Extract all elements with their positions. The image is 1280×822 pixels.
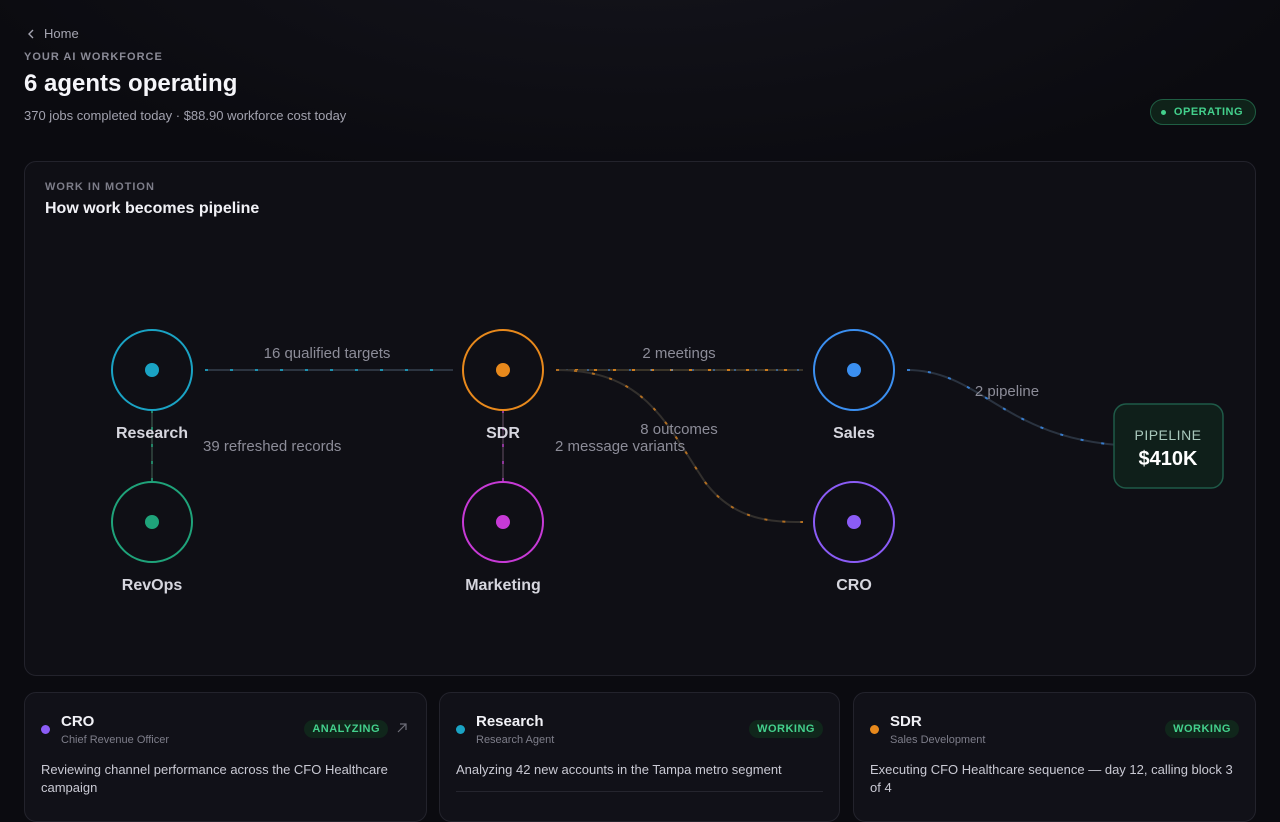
pipeline-value: $410K: [1139, 448, 1198, 470]
agent-name: SDR: [890, 713, 922, 730]
node-marketing[interactable]: Marketing: [462, 481, 544, 594]
edge-label-research-sdr: 16 qualified targets: [264, 345, 391, 362]
agent-cards: CRO Chief Revenue Officer ANALYZING Revi…: [24, 692, 1256, 822]
agent-status-badge: WORKING: [1165, 720, 1239, 738]
node-sales[interactable]: Sales: [813, 329, 895, 442]
agent-role: Chief Revenue Officer: [61, 734, 170, 746]
flow-diagram: 16 qualified targets 39 refreshed record…: [111, 329, 1224, 594]
agent-status-badge: ANALYZING: [304, 720, 388, 738]
node-cro[interactable]: CRO: [813, 481, 895, 594]
page-kicker: YOUR AI WORKFORCE: [24, 51, 163, 63]
pipeline-box[interactable]: PIPELINE $410K: [1113, 403, 1224, 489]
edge-label-research-revops: 39 refreshed records: [203, 438, 341, 455]
agent-role: Sales Development: [890, 734, 986, 746]
node-revops[interactable]: RevOps: [111, 481, 193, 594]
agent-status-badge: WORKING: [749, 720, 823, 738]
edge-label-sdr-cro: 8 outcomes: [640, 421, 718, 438]
status-badge-label: OPERATING: [1173, 106, 1243, 118]
page-title: 6 agents operating: [24, 70, 238, 97]
agent-dot-icon: [870, 725, 879, 734]
agent-name: CRO: [61, 713, 95, 730]
work-flow-panel: WORK IN MOTION How work becomes pipeline: [24, 161, 1256, 676]
external-arrow-icon[interactable]: [396, 722, 408, 734]
chevron-left-icon: [28, 29, 34, 38]
edge-label-sdr-sales: 2 meetings: [642, 345, 715, 362]
agent-name: Research: [476, 713, 544, 730]
node-label-research: Research: [116, 425, 188, 442]
pipeline-label: PIPELINE: [1134, 427, 1201, 443]
edge-label-sdr-marketing: 2 message variants: [555, 438, 685, 455]
back-link-label: Home: [44, 26, 79, 41]
card-divider: [456, 791, 823, 792]
node-label-sdr: SDR: [486, 425, 520, 442]
status-dot-icon: [1160, 109, 1166, 115]
agent-dot-icon: [456, 725, 465, 734]
agent-description: Reviewing channel performance across the…: [41, 762, 388, 795]
edge-sales-pipeline: [906, 369, 1146, 447]
agent-dot-icon: [41, 725, 50, 734]
status-badge: OPERATING: [1149, 99, 1256, 125]
agent-description: Executing CFO Healthcare sequence — day …: [870, 762, 1233, 795]
node-sdr[interactable]: SDR: [462, 329, 544, 442]
node-label-cro: CRO: [836, 577, 872, 594]
agent-role: Research Agent: [476, 734, 555, 746]
page-subtitle: 370 jobs completed today · $88.90 workfo…: [24, 108, 347, 123]
back-link[interactable]: Home: [26, 26, 79, 41]
node-label-sales: Sales: [833, 425, 875, 442]
agent-card-sdr[interactable]: SDR Sales Development WORKING Executing …: [853, 692, 1256, 822]
agent-card-cro[interactable]: CRO Chief Revenue Officer ANALYZING Revi…: [24, 692, 427, 822]
agent-card-research[interactable]: Research Research Agent WORKING Analyzin…: [439, 692, 840, 822]
edge-label-sales-pipeline: 2 pipeline: [975, 383, 1039, 400]
node-label-marketing: Marketing: [465, 577, 541, 594]
node-label-revops: RevOps: [122, 577, 183, 594]
node-research[interactable]: Research: [111, 329, 193, 442]
agent-description: Analyzing 42 new accounts in the Tampa m…: [456, 762, 782, 777]
